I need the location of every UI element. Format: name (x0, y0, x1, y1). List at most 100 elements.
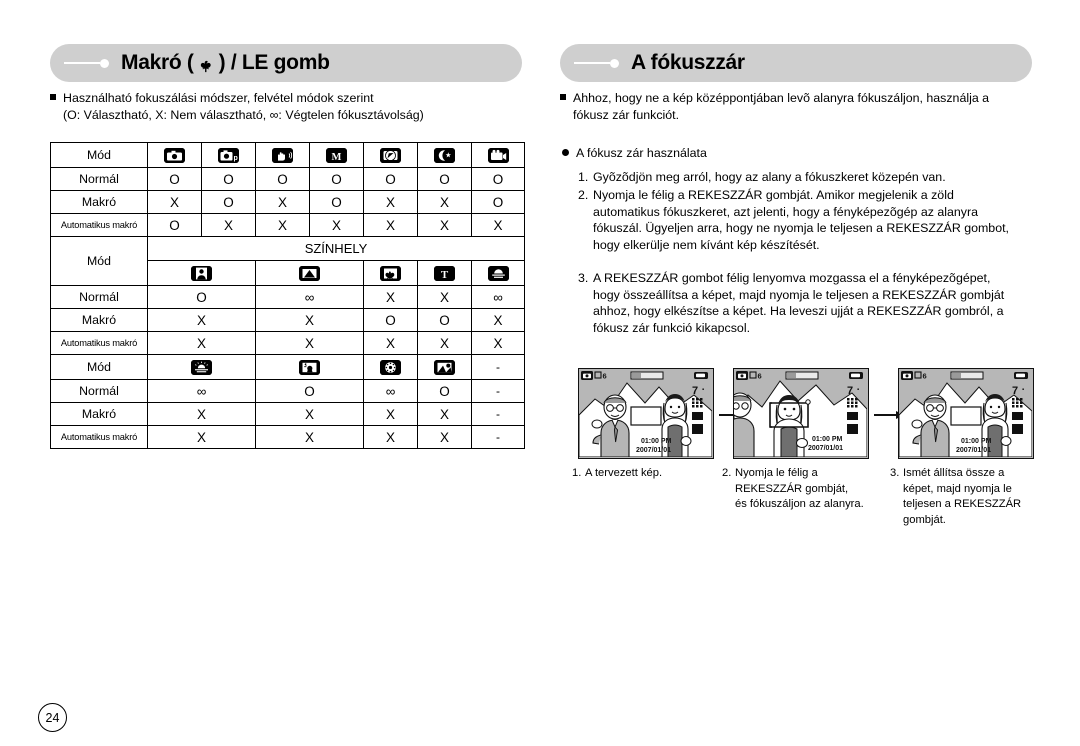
cell-value: X (147, 402, 256, 426)
right-intro-line1: Ahhoz, hogy ne a kép középpontjában levõ… (573, 91, 990, 105)
cell-value: O (201, 190, 256, 214)
section-title-focus-lock: A fókuszzár (631, 51, 745, 74)
cell-value: - (471, 354, 525, 380)
caption-line: képet, majd nyomja le (903, 482, 1012, 495)
figure-3: 6 7 ▪ 01:00 PM 2007/01/01 (898, 368, 1034, 459)
cell-icon-backlight (255, 354, 364, 380)
svg-text:2007/01/01: 2007/01/01 (636, 447, 671, 454)
row-label-auto-macro: Automatikus makró (50, 425, 148, 449)
figure-caption-3: 3. Ismét állítsa össze a képet, majd nyo… (890, 466, 1040, 528)
step-3: 3. A REKESZZÁR gombot félig lenyomva moz… (578, 270, 1048, 336)
cell-value: X (255, 402, 364, 426)
cell-value: O (471, 190, 525, 214)
step-1: 1. Gyõzõdjön meg arról, hogy az alany a f… (578, 169, 1048, 186)
cell-icon-manual-mode: M (309, 142, 364, 168)
row-label-mode: Mód (50, 142, 148, 168)
cell-value: ∞ (363, 379, 418, 403)
cell-value: X (147, 331, 256, 355)
cell-icon-fireworks (363, 354, 418, 380)
cell-value: O (417, 167, 472, 191)
svg-text:01:00 PM: 01:00 PM (961, 438, 992, 445)
program-camera-icon: p (218, 147, 239, 163)
scene-mode-icon (380, 147, 401, 163)
table-row: Automatikus makró X X X X X (50, 331, 525, 355)
cell-value: X (363, 190, 418, 214)
focus-mode-table: Mód p M Normál O O O O O O O Makró X O X… (50, 142, 525, 449)
cell-value: X (309, 213, 364, 237)
caption-line: gombját. (903, 513, 946, 526)
caption-line: A tervezett kép. (585, 467, 663, 479)
caption-line: Ismét állítsa össze a (903, 467, 1005, 479)
cell-value: X (255, 308, 364, 332)
row-label-normal: Normál (50, 285, 148, 309)
table-row: Mód p M (50, 142, 525, 168)
cell-icon-scene-mode (363, 142, 418, 168)
dawn-icon (191, 359, 212, 375)
section-header-macro: Makró ( ) / LE gomb (50, 44, 522, 82)
step-line: Gyõzõdjön meg arról, hogy az alany a fók… (593, 170, 946, 184)
left-intro-block: Használható fokuszálási módszer, felvéte… (50, 90, 540, 123)
row-label-macro: Makró (50, 190, 148, 214)
section-title-macro: Makró ( ) / LE gomb (121, 51, 330, 75)
svg-text:▪: ▪ (857, 387, 859, 393)
right-intro-block: Ahhoz, hogy ne a kép középpontjában levõ… (560, 90, 1040, 123)
cell-value: X (363, 331, 418, 355)
step-line: fókusz zár funkció kikapcsol. (593, 320, 751, 335)
section-header-focus-lock: A fókuszzár (560, 44, 1032, 82)
caption-line: teljesen a REKESZZÁR (903, 498, 1022, 510)
step-line: ahhoz, hogy elkészítse a képet. Ha leves… (593, 304, 1004, 318)
svg-text:6: 6 (603, 372, 607, 381)
cell-icon-sunset (471, 260, 525, 286)
cell-icon-auto-camera (147, 142, 202, 168)
svg-text:7: 7 (692, 385, 698, 397)
header-dash-icon (64, 62, 100, 64)
figure-caption-2: 2. Nyomja le félig a REKESZZÁR gombját, … (722, 466, 872, 513)
cell-value: X (417, 402, 472, 426)
table-row: Normál O ∞ X X ∞ (50, 285, 525, 309)
cell-value: X (417, 213, 472, 237)
cell-value: O (147, 167, 202, 191)
cell-value: X (147, 308, 256, 332)
svg-text:01:00 PM: 01:00 PM (812, 436, 843, 443)
cell-value: ∞ (147, 379, 256, 403)
cell-value: X (255, 425, 364, 449)
left-intro-line1: Használható fokuszálási módszer, felvéte… (63, 91, 374, 105)
caption-number: 3. (890, 467, 900, 479)
cell-icon-program-camera: p (201, 142, 256, 168)
usage-title: A fókusz zár használata (576, 146, 707, 160)
svg-text:▪: ▪ (1022, 387, 1024, 393)
table-row: Normál ∞ O ∞ O - (50, 379, 525, 403)
manual-mode-icon: M (326, 147, 347, 163)
cell-value: - (471, 402, 525, 426)
svg-text:T: T (441, 269, 449, 281)
cell-value: X (471, 213, 525, 237)
cell-icon-movie-clip (471, 142, 525, 168)
cell-value: O (471, 167, 525, 191)
cell-value: X (201, 213, 256, 237)
cell-icon-text: T (417, 260, 472, 286)
svg-text:M: M (332, 151, 342, 162)
round-bullet-icon (562, 149, 569, 156)
step-number: 3. (578, 271, 589, 285)
cell-value: O (255, 167, 310, 191)
row-label-normal: Normál (50, 167, 148, 191)
table-row: Makró X O X O X X O (50, 190, 525, 214)
cell-value: O (147, 285, 256, 309)
step-line: automatikus fókuszkeret, azt jelenti, ho… (593, 204, 979, 219)
cell-value: O (255, 379, 364, 403)
text-icon: T (434, 265, 455, 281)
beach-snow-icon (434, 359, 455, 375)
cell-icon-close-up (363, 260, 418, 286)
header-dash-icon (574, 62, 610, 64)
cell-value: ∞ (255, 285, 364, 309)
backlight-icon (299, 359, 320, 375)
cell-value: - (471, 379, 525, 403)
auto-camera-icon (164, 147, 185, 163)
step-number: 1. (578, 170, 589, 184)
row-label-mode: Mód (50, 354, 148, 380)
table-row: Normál O O O O O O O (50, 167, 525, 191)
cell-value: O (417, 308, 472, 332)
cell-value: O (201, 167, 256, 191)
step-2: 2. Nyomja le félig a REKESZZÁR gombját. … (578, 187, 1048, 253)
anti-shake-icon (272, 147, 293, 163)
